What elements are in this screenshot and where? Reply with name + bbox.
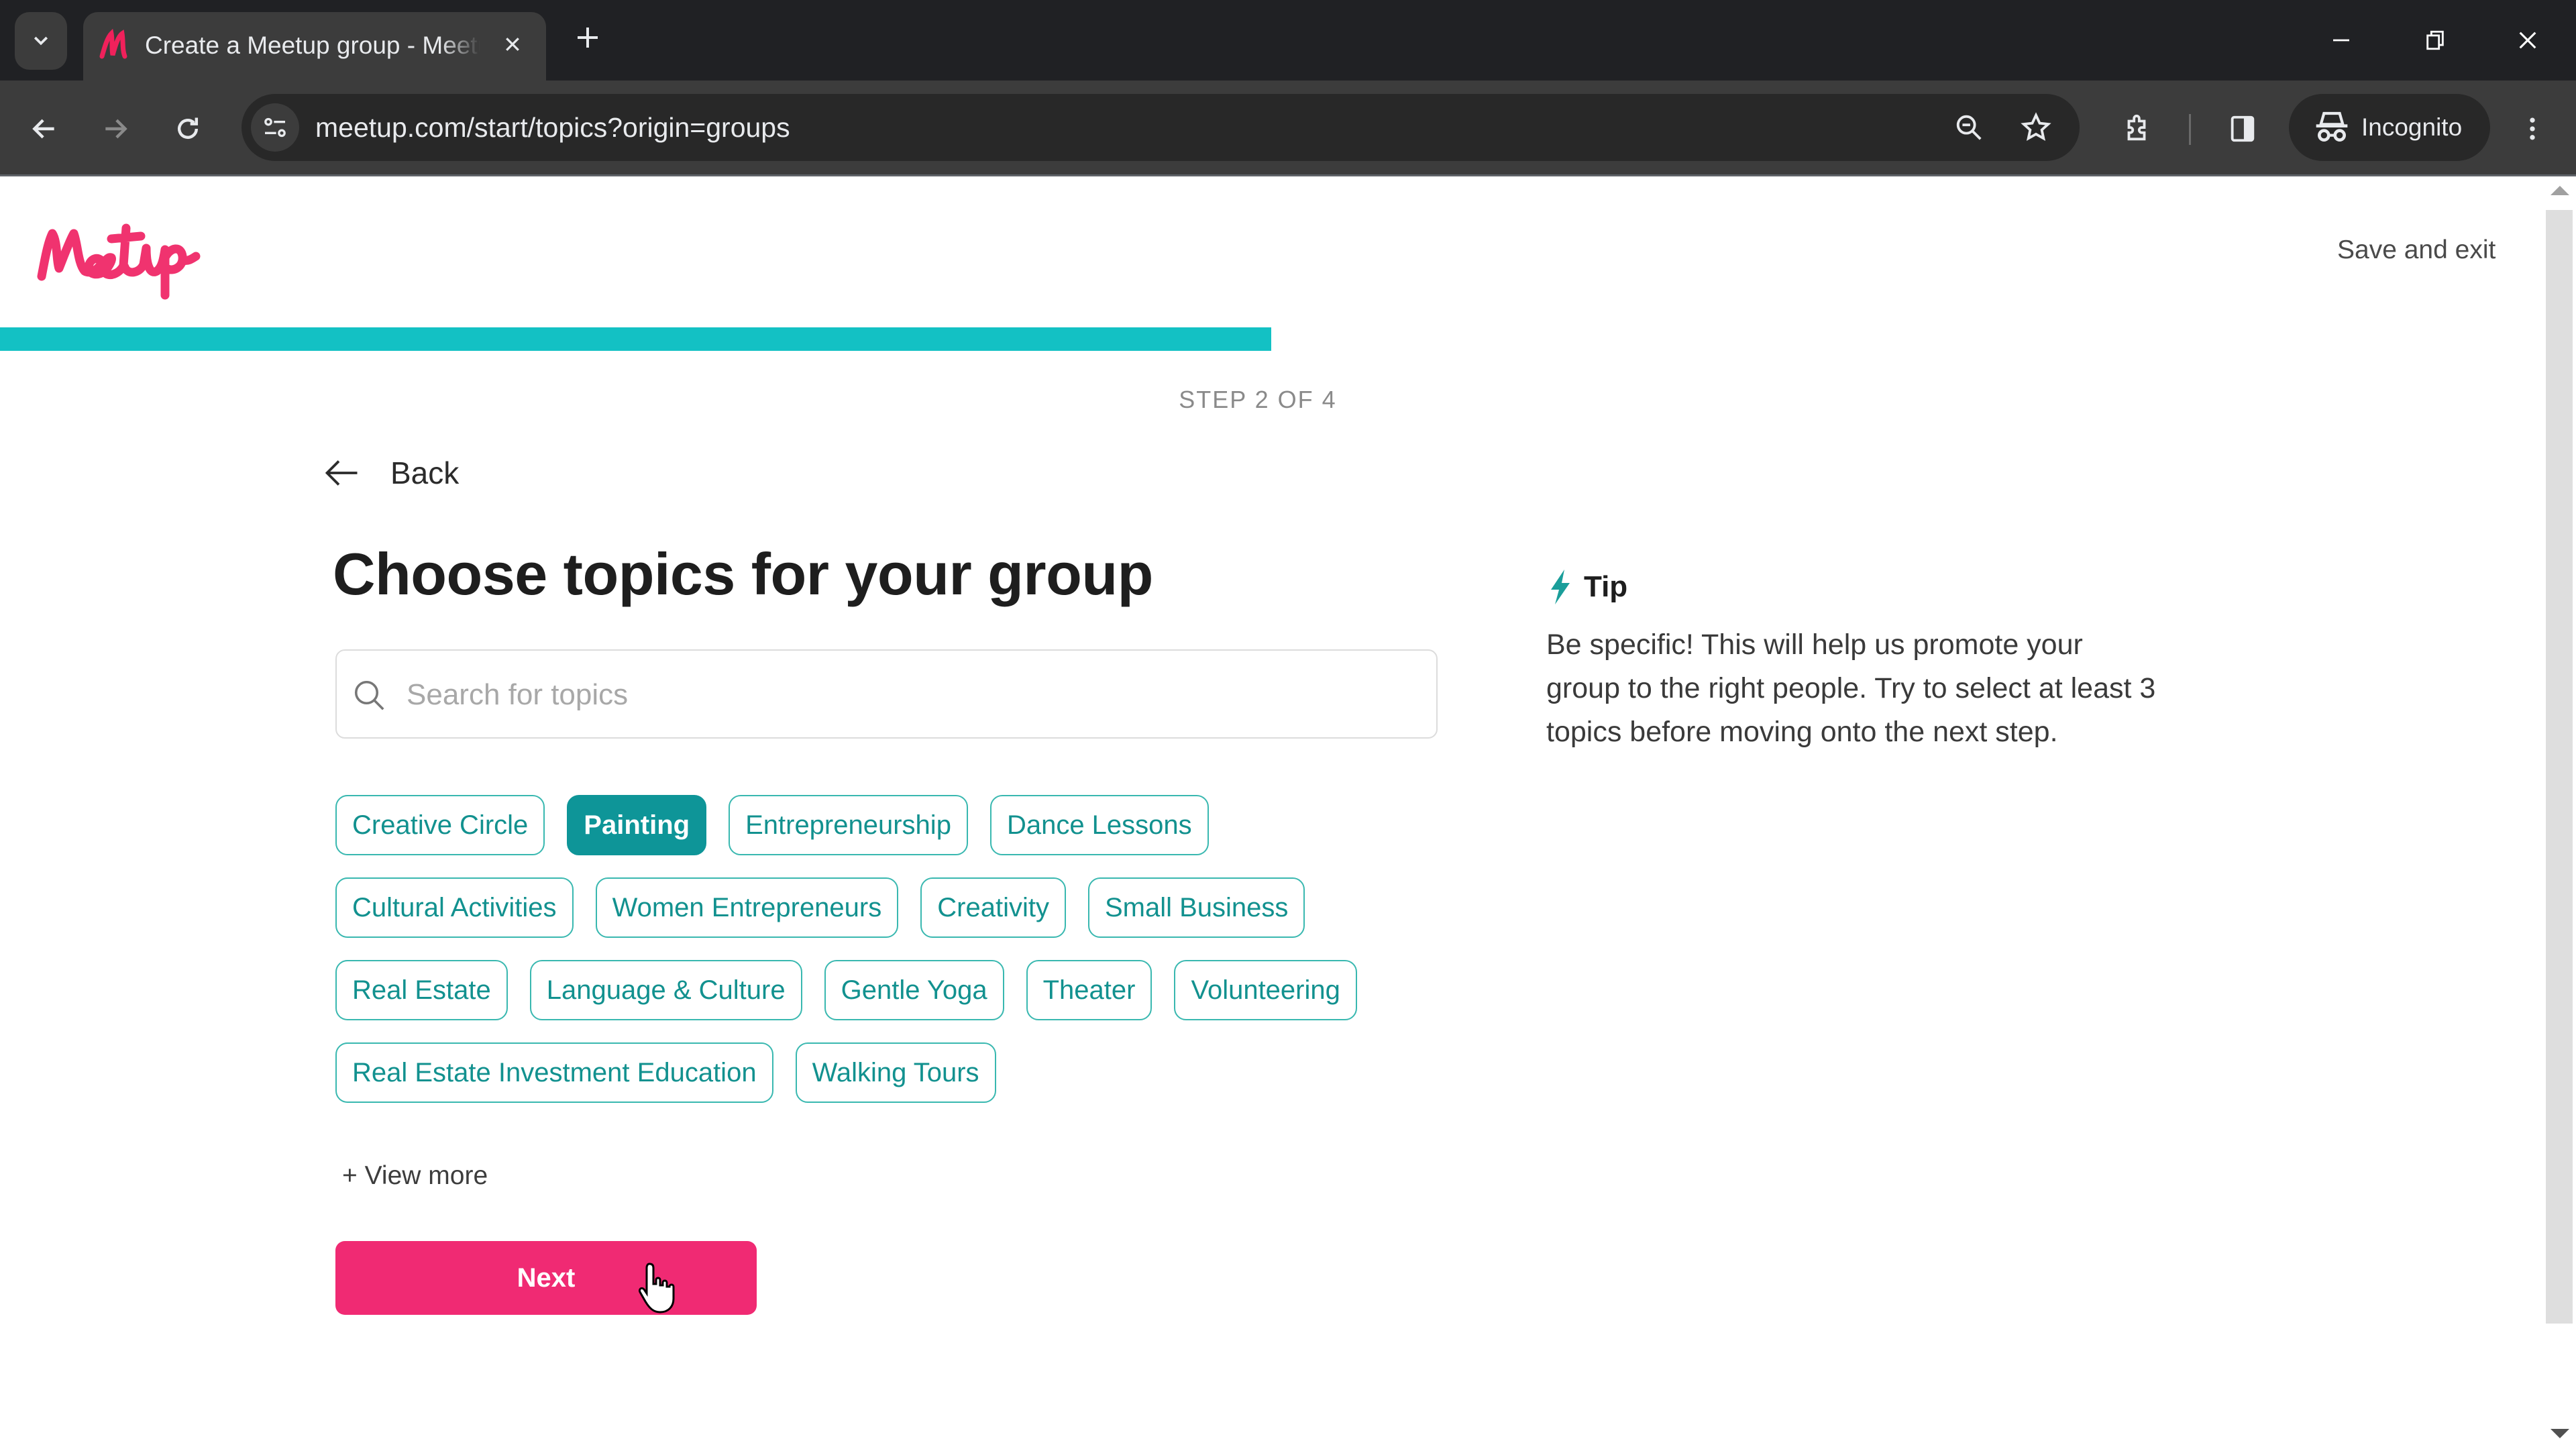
site-info-button[interactable]: [251, 103, 299, 152]
topic-chip-row: Real Estate Investment Education Walking …: [335, 1042, 1476, 1103]
minimize-icon: [2333, 39, 2349, 42]
back-nav-button[interactable]: [24, 109, 64, 149]
new-tab-button[interactable]: [569, 20, 606, 60]
close-icon: [506, 38, 519, 51]
tip-body: Be specific! This will help us promote y…: [1546, 629, 2156, 748]
topic-chip[interactable]: Women Entrepreneurs: [595, 877, 899, 938]
toolbar-separator: [2189, 114, 2191, 145]
meetup-logo[interactable]: [32, 201, 260, 302]
incognito-icon: [2316, 111, 2348, 142]
side-panel-button[interactable]: [2222, 109, 2263, 149]
chevron-down-icon: [34, 36, 48, 46]
tab-search-button[interactable]: [15, 12, 67, 70]
reload-icon: [177, 117, 199, 140]
topic-chip[interactable]: Volunteering: [1174, 960, 1357, 1020]
page-title: Choose topics for your group: [333, 541, 1153, 607]
close-icon: [2519, 32, 2536, 49]
meetup-logo-icon: [37, 223, 201, 300]
zoom-out-icon: [1956, 115, 1982, 140]
topic-chip[interactable]: Painting: [567, 795, 707, 855]
progress-bar-fill: [0, 327, 1271, 351]
extensions-button[interactable]: [2116, 109, 2157, 149]
arrow-left-icon: [325, 460, 358, 486]
back-button[interactable]: Back: [322, 449, 459, 496]
topic-search-field[interactable]: [335, 649, 1438, 739]
topic-chip[interactable]: Dance Lessons: [989, 795, 1209, 855]
arrow-left-icon: [32, 119, 54, 139]
close-tab-button[interactable]: [494, 27, 531, 64]
step-indicator: STEP 2 OF 4: [1179, 386, 1337, 413]
topic-chip[interactable]: Language & Culture: [529, 960, 802, 1020]
search-icon: [354, 680, 384, 710]
topic-chip[interactable]: Creativity: [920, 877, 1066, 938]
tune-icon: [264, 117, 286, 138]
kebab-menu-icon: [2530, 117, 2535, 140]
topic-chip[interactable]: Real Estate: [335, 960, 508, 1020]
topic-chip[interactable]: Real Estate Investment Education: [335, 1042, 773, 1103]
chrome-divider: [0, 174, 2576, 176]
topic-search-input[interactable]: [405, 663, 1414, 727]
tip-title: Tip: [1584, 570, 1628, 603]
browser-toolbar: meetup.com/start/topics?origin=groups In…: [0, 80, 2576, 176]
browser-menu-button[interactable]: [2512, 109, 2553, 149]
star-icon: [2021, 112, 2051, 142]
view-more-link[interactable]: + View more: [342, 1157, 488, 1195]
topic-chip-list: Creative Circle Painting Entrepreneurship D…: [335, 795, 1476, 1125]
topic-chip[interactable]: Theater: [1026, 960, 1152, 1020]
restore-button[interactable]: [2408, 13, 2462, 67]
side-panel-icon: [2231, 115, 2255, 142]
next-button[interactable]: Next: [335, 1241, 757, 1315]
incognito-label: Incognito: [2361, 113, 2463, 141]
topic-chip[interactable]: Entrepreneurship: [729, 795, 968, 855]
incognito-indicator[interactable]: Incognito: [2289, 94, 2490, 161]
forward-nav-button[interactable]: [95, 109, 136, 149]
plus-icon: [578, 28, 598, 48]
scroll-up-arrow-icon[interactable]: [2551, 186, 2569, 195]
bookmark-button[interactable]: [2016, 107, 2056, 148]
lightning-bolt-icon: [1551, 570, 1570, 604]
topic-chip[interactable]: Walking Tours: [795, 1042, 996, 1103]
save-and-exit-link[interactable]: Save and exit: [2337, 231, 2496, 269]
zoom-button[interactable]: [1949, 107, 1989, 148]
topic-chip[interactable]: Creative Circle: [335, 795, 545, 855]
close-window-button[interactable]: [2501, 13, 2555, 67]
url-text[interactable]: meetup.com/start/topics?origin=groups: [315, 94, 790, 161]
page-scrollbar[interactable]: [2542, 176, 2576, 1449]
minimize-button[interactable]: [2314, 13, 2368, 67]
topic-chip[interactable]: Cultural Activities: [335, 877, 574, 938]
tip-panel: Tip Be specific! This will help us promo…: [1546, 566, 2163, 754]
browser-tab-active[interactable]: Create a Meetup group - Meetup: [83, 12, 546, 80]
reload-button[interactable]: [168, 109, 208, 149]
browser-tab-strip: Create a Meetup group - Meetup: [0, 0, 2576, 80]
arrow-right-icon: [105, 119, 127, 139]
meetup-favicon-icon: [99, 28, 127, 59]
back-label: Back: [390, 455, 460, 490]
topic-chip[interactable]: Small Business: [1087, 877, 1305, 938]
address-bar[interactable]: meetup.com/start/topics?origin=groups: [241, 94, 2080, 161]
topic-chip-row: Cultural Activities Women Entrepreneurs Cr…: [335, 877, 1476, 938]
puzzle-icon: [2127, 114, 2146, 141]
topic-chip[interactable]: Gentle Yoga: [824, 960, 1004, 1020]
topic-chip-row: Creative Circle Painting Entrepreneurship D…: [335, 795, 1476, 855]
hand-pointer-cursor-icon: [639, 1263, 675, 1313]
progress-bar: [0, 327, 2536, 351]
scroll-down-arrow-icon[interactable]: [2551, 1429, 2569, 1438]
scrollbar-thumb[interactable]: [2546, 210, 2573, 1324]
topic-chip-row: Real Estate Language & Culture Gentle Yoga…: [335, 960, 1476, 1020]
restore-icon: [2426, 30, 2444, 50]
tab-title: Create a Meetup group - Meetup: [145, 32, 480, 59]
